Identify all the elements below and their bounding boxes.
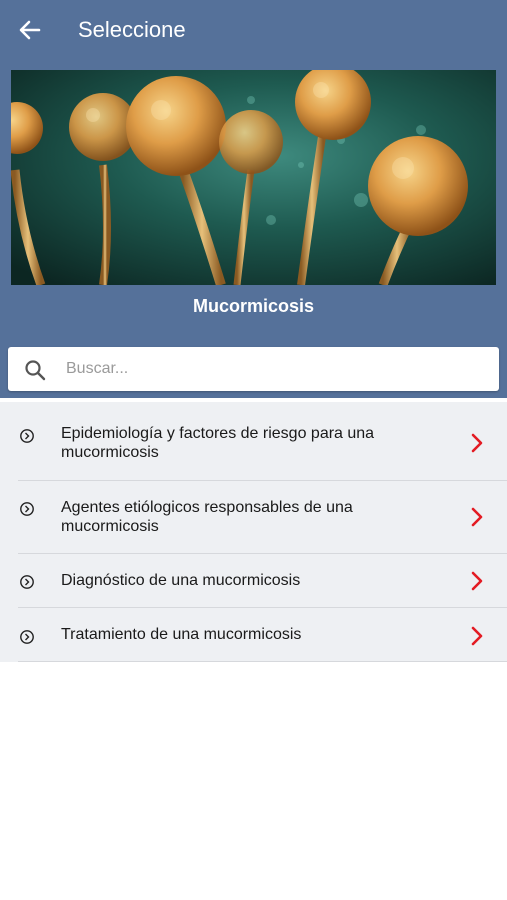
list-item-label: Tratamiento de una mucormicosis <box>61 626 302 643</box>
chevron-right-icon <box>471 571 483 591</box>
chevron-right-icon <box>471 433 483 453</box>
divider <box>18 661 507 662</box>
topic-list: Epidemiología y factores de riesgo para … <box>0 402 507 662</box>
banner-image <box>11 70 496 285</box>
app-bar: Seleccione <box>0 0 507 60</box>
search-icon <box>25 360 46 381</box>
header: Seleccione Mucormicosis Buscar... <box>0 0 507 398</box>
chevron-right-icon <box>471 507 483 527</box>
list-item-epidemiologia[interactable]: Epidemiología y factores de riesgo para … <box>0 402 507 480</box>
circle-chevron-icon <box>20 502 34 516</box>
search-bar[interactable] <box>8 347 499 391</box>
banner-caption: Mucormicosis <box>192 296 315 316</box>
circle-chevron-icon <box>20 630 34 644</box>
list-item-label: Diagnóstico de una mucormicosis <box>61 572 301 589</box>
arrow-left-icon <box>19 20 41 40</box>
list-item-tratamiento[interactable]: Tratamiento de una mucormicosis <box>0 607 507 661</box>
chevron-right-icon <box>471 626 483 646</box>
list-item-label: Agentes etiólogicos responsables de una … <box>61 499 353 535</box>
list-item-label: Epidemiología y factores de riesgo para … <box>61 425 375 461</box>
list-item-diagnostico[interactable]: Diagnóstico de una mucormicosis <box>0 553 507 607</box>
search-input[interactable] <box>66 347 486 391</box>
list-item-agentes[interactable]: Agentes etiólogicos responsables de una … <box>0 480 507 553</box>
page-title: Seleccione <box>78 17 186 42</box>
circle-chevron-icon <box>20 429 34 443</box>
circle-chevron-icon <box>20 575 34 589</box>
back-button[interactable] <box>10 12 50 48</box>
